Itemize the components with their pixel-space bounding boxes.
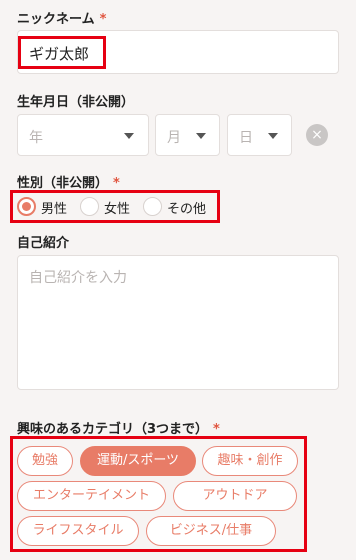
highlight-box-nickname [18, 36, 106, 69]
intro-placeholder: 自己紹介を入力 [29, 270, 127, 286]
year-select[interactable]: 年 [17, 114, 149, 156]
gender-label: 性別（非公開） * [17, 172, 120, 191]
required-mark: * [99, 12, 107, 27]
nickname-label: ニックネーム * [17, 8, 106, 27]
day-placeholder: 日 [239, 130, 253, 146]
month-select[interactable]: 月 [155, 114, 220, 156]
intro-textarea[interactable]: 自己紹介を入力 [17, 255, 339, 390]
highlight-box-gender [10, 190, 220, 223]
chevron-down-icon [124, 133, 134, 139]
year-placeholder: 年 [29, 130, 43, 146]
chevron-down-icon [268, 133, 278, 139]
intro-label: 自己紹介 [17, 236, 70, 251]
gender-label-text: 性別（非公開） [17, 176, 109, 191]
required-mark: * [113, 176, 120, 191]
required-mark: * [213, 422, 220, 437]
highlight-box-interests [10, 436, 307, 552]
clear-icon[interactable]: × [306, 124, 328, 146]
profile-form: ニックネーム * ギガ太郎 生年月日（非公開） 年 月 日 × 性別（非公開） * … [0, 0, 356, 560]
interests-label-text: 興味のあるカテゴリ（3つまで） [17, 422, 209, 437]
birthday-label: 生年月日（非公開） [17, 95, 135, 110]
chevron-down-icon [196, 133, 206, 139]
day-select[interactable]: 日 [227, 114, 292, 156]
nickname-label-text: ニックネーム [17, 12, 95, 27]
interests-label: 興味のあるカテゴリ（3つまで） * [17, 418, 220, 437]
month-placeholder: 月 [167, 130, 181, 146]
